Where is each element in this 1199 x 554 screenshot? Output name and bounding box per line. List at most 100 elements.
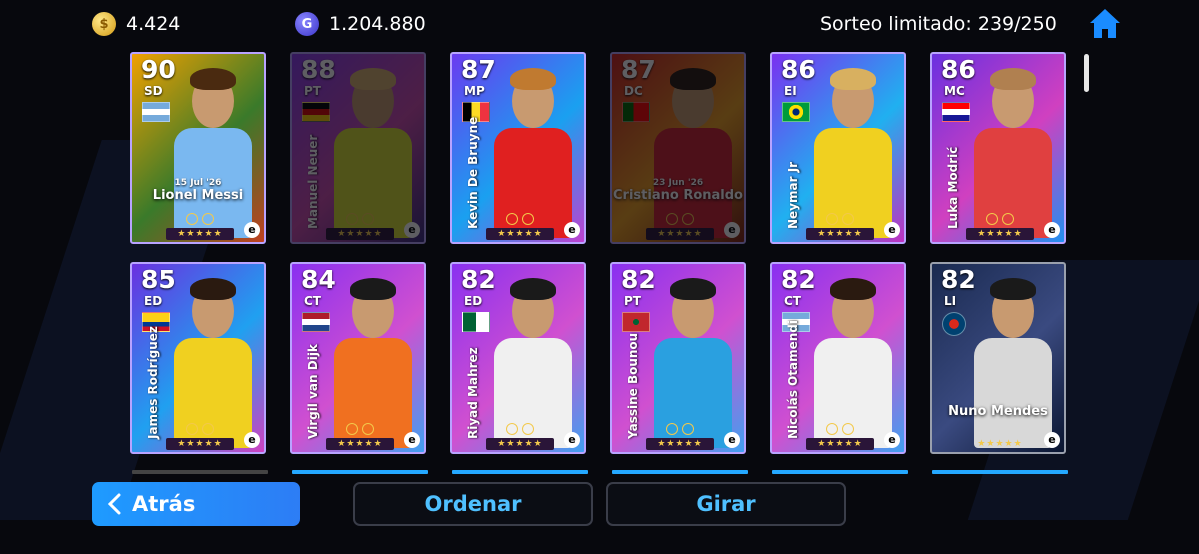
gp-value: 1.204.880: [329, 13, 426, 35]
netherlands-flag-icon: [302, 312, 330, 332]
gp-coin-icon: G: [295, 12, 319, 36]
player-card[interactable]: 90 SD 15 Jul '26 Lionel Messi ★★★★★ e: [130, 52, 266, 244]
card-rating: 84: [301, 265, 336, 294]
card-player-name: Manuel Neuer: [306, 134, 320, 229]
card-date: 23 Jun '26: [652, 178, 704, 188]
card-player-name: Nuno Mendes: [948, 404, 1048, 419]
skill-badge-icon: [506, 213, 518, 225]
player-card[interactable]: 82 CT Nicolás Otamendi ★★★★★ e: [770, 262, 906, 454]
sort-button[interactable]: Ordenar: [353, 482, 593, 526]
skill-badge-icon: [666, 423, 678, 435]
player-card[interactable]: 87 MP Kevin De Bruyne ★★★★★ e: [450, 52, 586, 244]
card-stars: ★★★★★: [326, 438, 394, 450]
brazil-flag-icon: [782, 102, 810, 122]
efootball-logo-icon: e: [564, 432, 580, 448]
scrollbar-thumb[interactable]: [1084, 54, 1089, 92]
card-position: MP: [464, 84, 485, 98]
efootball-logo-icon: e: [1044, 432, 1060, 448]
argentina-flag-icon: [142, 102, 170, 122]
skill-badge-icon: [362, 213, 374, 225]
card-stars: ★★★★★: [966, 228, 1034, 240]
player-image: [482, 62, 582, 238]
skill-badge-icon: [986, 213, 998, 225]
card-position: SD: [144, 84, 163, 98]
efootball-logo-icon: e: [724, 432, 740, 448]
card-stars: ★★★★★: [326, 228, 394, 240]
card-rating: 87: [461, 55, 496, 84]
efootball-logo-icon: e: [244, 222, 260, 238]
draw-counter-text: Sorteo limitado: 239/250: [820, 13, 1057, 35]
card-row-stub: [612, 470, 748, 474]
card-position: MC: [944, 84, 965, 98]
psg-flag-icon: [942, 312, 966, 336]
card-position: LI: [944, 294, 957, 308]
card-stars: ★★★★★: [166, 228, 234, 240]
card-row-stub: [932, 470, 1068, 474]
skill-badge-icon: [682, 423, 694, 435]
skill-icons: [976, 213, 1024, 227]
card-rating: 82: [781, 265, 816, 294]
skill-icons: [656, 213, 704, 227]
card-date: 15 Jul '26: [174, 178, 222, 188]
player-image: [962, 62, 1062, 238]
spin-button[interactable]: Girar: [606, 482, 846, 526]
coin-icon: $: [92, 12, 116, 36]
skill-badge-icon: [666, 213, 678, 225]
player-image: [162, 62, 262, 238]
player-card[interactable]: 86 MC Luka Modrić ★★★★★ e: [930, 52, 1066, 244]
card-player-name: Neymar Jr: [786, 161, 800, 229]
back-button[interactable]: Atrás: [92, 482, 300, 526]
player-card[interactable]: 82 PT Yassine Bounou ★★★★★ e: [610, 262, 746, 454]
card-position: PT: [304, 84, 321, 98]
card-player-name: James Rodríguez: [146, 326, 160, 439]
player-card[interactable]: 82 LI Nuno Mendes ★★★★★ e: [930, 262, 1066, 454]
card-stars: ★★★★★: [166, 438, 234, 450]
efootball-logo-icon: e: [564, 222, 580, 238]
player-card-grid: 90 SD 15 Jul '26 Lionel Messi ★★★★★ e 88 PT Manu…: [130, 52, 1070, 474]
card-position: DC: [624, 84, 643, 98]
card-row-stub: [132, 470, 268, 474]
skill-icons: [656, 423, 704, 437]
player-card[interactable]: 88 PT Manuel Neuer ★★★★★ e: [290, 52, 426, 244]
draw-counter: Sorteo limitado: 239/250: [820, 8, 1057, 40]
card-stars: ★★★★★: [646, 228, 714, 240]
card-row-stub: [292, 470, 428, 474]
card-rating: 86: [781, 55, 816, 84]
card-position: PT: [624, 294, 641, 308]
player-image: [162, 272, 262, 448]
player-card[interactable]: 82 ED Riyad Mahrez ★★★★★ e: [450, 262, 586, 454]
player-card[interactable]: 84 CT Virgil van Dijk ★★★★★ e: [290, 262, 426, 454]
player-card[interactable]: 86 EI Neymar Jr ★★★★★ e: [770, 52, 906, 244]
card-rating: 90: [141, 55, 176, 84]
player-card[interactable]: 87 DC 23 Jun '26 Cristiano Ronaldo ★★★★★ e: [610, 52, 746, 244]
skill-badge-icon: [362, 423, 374, 435]
skill-badge-icon: [522, 213, 534, 225]
card-rating: 87: [621, 55, 656, 84]
player-image: [322, 62, 422, 238]
card-player-name: Cristiano Ronaldo: [613, 188, 743, 203]
player-card[interactable]: 85 ED James Rodríguez ★★★★★ e: [130, 262, 266, 454]
card-stars: ★★★★★: [646, 438, 714, 450]
home-icon[interactable]: [1087, 6, 1123, 42]
skill-badge-icon: [682, 213, 694, 225]
croatia-flag-icon: [942, 102, 970, 122]
card-stars: ★★★★★: [486, 228, 554, 240]
player-image: [642, 272, 742, 448]
skill-badge-icon: [186, 423, 198, 435]
skill-badge-icon: [1002, 213, 1014, 225]
card-rating: 82: [461, 265, 496, 294]
chevron-left-icon: [107, 493, 121, 515]
card-rating: 86: [941, 55, 976, 84]
efootball-logo-icon: e: [404, 432, 420, 448]
skill-icons: [176, 213, 224, 227]
efootball-logo-icon: e: [1044, 222, 1060, 238]
card-player-name: Kevin De Bruyne: [466, 116, 480, 229]
card-position: ED: [144, 294, 163, 308]
skill-icons: [496, 213, 544, 227]
card-position: ED: [464, 294, 483, 308]
skill-icons: [336, 423, 384, 437]
player-image: [322, 272, 422, 448]
card-row-stub: [452, 470, 588, 474]
card-row-stub: [772, 470, 908, 474]
player-image: [802, 62, 902, 238]
